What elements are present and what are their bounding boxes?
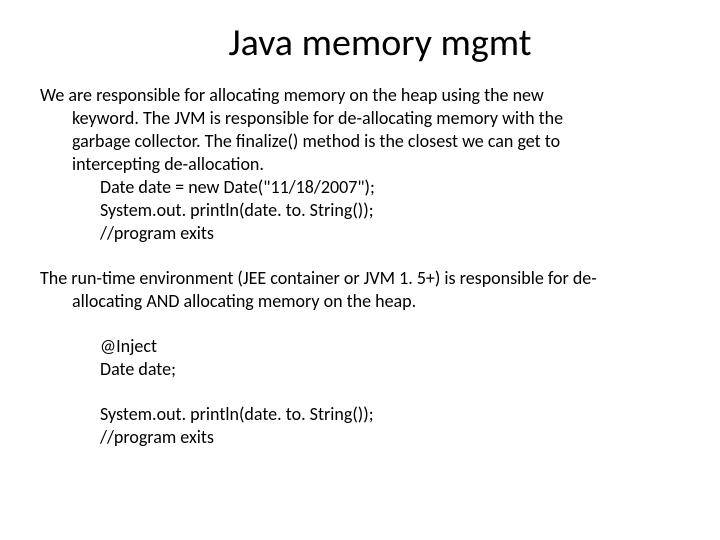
p2-code2: Date date; — [40, 358, 680, 381]
p1-line1: We are responsible for allocating memory… — [40, 84, 680, 107]
paragraph-2: The run-time environment (JEE container … — [40, 267, 680, 449]
paragraph-1: We are responsible for allocating memory… — [40, 84, 680, 245]
p2-line2: allocating AND allocating memory on the … — [40, 290, 680, 313]
p1-code2: System.out. println(date. to. String()); — [40, 199, 680, 222]
p2-code4: //program exits — [40, 426, 680, 449]
p1-line2: keyword. The JVM is responsible for de-a… — [40, 107, 680, 130]
p2-line1: The run-time environment (JEE container … — [40, 267, 680, 290]
p1-code1: Date date = new Date("11/18/2007"); — [40, 176, 680, 199]
p1-line4: intercepting de-allocation. — [40, 153, 680, 176]
p2-code1: @Inject — [40, 335, 680, 358]
spacer-3 — [40, 381, 680, 403]
spacer — [40, 245, 680, 267]
slide-title: Java memory mgmt — [80, 20, 680, 66]
p1-code3: //program exits — [40, 222, 680, 245]
p2-code3: System.out. println(date. to. String()); — [40, 403, 680, 426]
p1-line3: garbage collector. The finalize() method… — [40, 130, 680, 153]
spacer-2 — [40, 313, 680, 335]
